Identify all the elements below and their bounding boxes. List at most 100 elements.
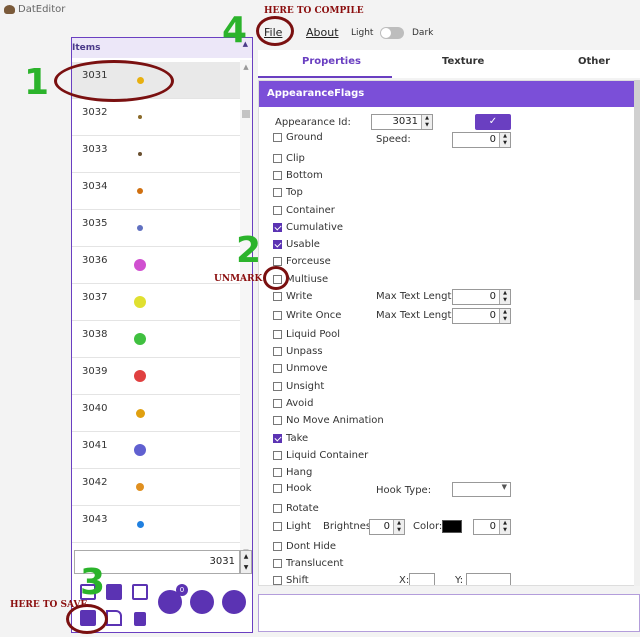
speed-input[interactable]: 0 ▲ ▼ <box>452 132 511 148</box>
scroll-thumb[interactable] <box>242 110 250 118</box>
flag-top[interactable]: Top <box>273 187 303 203</box>
flag-hang[interactable]: Hang <box>273 467 312 483</box>
max-text-length-input[interactable]: 0 ▲ ▼ <box>452 289 511 305</box>
checkbox[interactable] <box>273 363 282 373</box>
about-menu[interactable]: About <box>306 26 339 39</box>
shift-x-input[interactable] <box>409 573 435 585</box>
tab-properties[interactable]: Properties <box>302 56 361 67</box>
scroll-up-icon[interactable]: ▲ <box>240 63 252 71</box>
flag-liquid-pool[interactable]: Liquid Pool <box>273 329 340 345</box>
flag-container[interactable]: Container <box>273 205 335 221</box>
checkbox[interactable] <box>273 170 282 180</box>
toggle-knob <box>381 28 391 38</box>
item-row[interactable]: 3034 <box>72 173 240 210</box>
flag-dont-hide[interactable]: Dont Hide <box>273 541 336 557</box>
brightness-input[interactable]: 0 ▲ ▼ <box>369 519 405 535</box>
item-row[interactable]: 3033 <box>72 136 240 173</box>
checkbox[interactable] <box>273 381 282 391</box>
item-row[interactable]: 3043 <box>72 506 240 543</box>
paste-icon[interactable] <box>106 584 122 600</box>
flag-shift[interactable]: Shift <box>273 575 309 585</box>
item-row[interactable]: 3037 <box>72 284 240 321</box>
checkbox[interactable] <box>273 205 282 215</box>
duplicate-icon[interactable] <box>132 584 148 600</box>
item-row[interactable]: 3040 <box>72 395 240 432</box>
checkbox[interactable] <box>273 256 282 266</box>
items-scrollbar[interactable]: ▲ ▼ <box>240 60 252 560</box>
flag-clip[interactable]: Clip <box>273 153 305 169</box>
speed-spinner[interactable]: ▲ ▼ <box>499 133 510 147</box>
flag-label: Usable <box>286 239 320 250</box>
flag-liquid-container[interactable]: Liquid Container <box>273 450 368 466</box>
flag-write[interactable]: Write <box>273 291 312 307</box>
hook-type-select[interactable]: ▼ <box>452 482 511 497</box>
tab-texture[interactable]: Texture <box>442 56 484 67</box>
flag-no-move-animation[interactable]: No Move Animation <box>273 415 384 431</box>
checkbox[interactable] <box>273 467 282 477</box>
shift-y-input[interactable] <box>466 573 511 585</box>
checkbox[interactable] <box>273 132 282 142</box>
item-row[interactable]: 3041 <box>72 432 240 469</box>
flag-unsight[interactable]: Unsight <box>273 381 324 397</box>
flag-hook[interactable]: Hook <box>273 483 312 499</box>
flag-cumulative[interactable]: Cumulative <box>273 222 343 238</box>
checkbox[interactable] <box>273 575 282 585</box>
apply-button[interactable]: ✓ <box>475 114 511 130</box>
item-id-spinner[interactable]: ▲ ▼ <box>240 550 252 574</box>
checkbox[interactable] <box>273 521 282 531</box>
flag-write-once[interactable]: Write Once <box>273 310 341 326</box>
tab-other[interactable]: Other <box>578 56 610 67</box>
checkbox[interactable] <box>273 450 282 460</box>
checkbox[interactable] <box>273 398 282 408</box>
new-file-icon[interactable] <box>106 610 122 626</box>
database-import-icon[interactable] <box>190 590 214 614</box>
max-text-length-spinner[interactable]: ▲ ▼ <box>499 290 510 304</box>
flag-bottom[interactable]: Bottom <box>273 170 323 186</box>
delete-icon[interactable] <box>134 612 146 626</box>
item-row[interactable]: 3042 <box>72 469 240 506</box>
flag-label: Translucent <box>286 558 344 569</box>
checkbox[interactable] <box>273 310 282 320</box>
flag-ground[interactable]: Ground <box>273 132 323 148</box>
checkbox[interactable] <box>273 503 282 513</box>
properties-scroll-thumb[interactable] <box>634 80 640 300</box>
appearance-id-input[interactable]: 3031 ▲ ▼ <box>371 114 433 130</box>
checkbox[interactable] <box>273 222 282 232</box>
color-input[interactable]: 0 ▲ ▼ <box>473 519 511 535</box>
item-row[interactable]: 3038 <box>72 321 240 358</box>
item-row[interactable]: 3032 <box>72 99 240 136</box>
item-row[interactable]: 3039 <box>72 358 240 395</box>
max-text-length-input-2[interactable]: 0 ▲ ▼ <box>452 308 511 324</box>
checkbox[interactable] <box>273 415 282 425</box>
max-text-length-spinner-2[interactable]: ▲ ▼ <box>499 309 510 323</box>
flag-take[interactable]: Take <box>273 433 308 449</box>
properties-scrollbar[interactable] <box>634 80 640 586</box>
brightness-spinner[interactable]: ▲ ▼ <box>393 520 404 534</box>
flag-light[interactable]: Light <box>273 521 311 537</box>
theme-toggle[interactable] <box>380 27 404 39</box>
checkbox[interactable] <box>273 558 282 568</box>
flag-avoid[interactable]: Avoid <box>273 398 313 414</box>
checkbox[interactable] <box>273 541 282 551</box>
color-spinner[interactable]: ▲ ▼ <box>499 520 510 534</box>
checkbox[interactable] <box>273 329 282 339</box>
appearance-flags-header: AppearanceFlags <box>259 81 639 107</box>
color-swatch[interactable] <box>442 520 462 533</box>
flag-unmove[interactable]: Unmove <box>273 363 328 379</box>
flag-rotate[interactable]: Rotate <box>273 503 319 519</box>
checkbox[interactable] <box>273 187 282 197</box>
checkbox[interactable] <box>273 346 282 356</box>
item-row[interactable]: 3035 <box>72 210 240 247</box>
flag-unpass[interactable]: Unpass <box>273 346 323 362</box>
flag-translucent[interactable]: Translucent <box>273 558 343 574</box>
appearance-id-spinner[interactable]: ▲ ▼ <box>421 115 432 129</box>
checkbox[interactable] <box>273 239 282 249</box>
checkbox[interactable] <box>273 291 282 301</box>
database-export-icon[interactable] <box>222 590 246 614</box>
color-label: Color: <box>413 521 443 532</box>
checkbox[interactable] <box>273 153 282 163</box>
checkbox[interactable] <box>273 433 282 443</box>
checkbox[interactable] <box>273 483 282 493</box>
flag-usable[interactable]: Usable <box>273 239 320 255</box>
speed-label: Speed: <box>376 134 411 145</box>
